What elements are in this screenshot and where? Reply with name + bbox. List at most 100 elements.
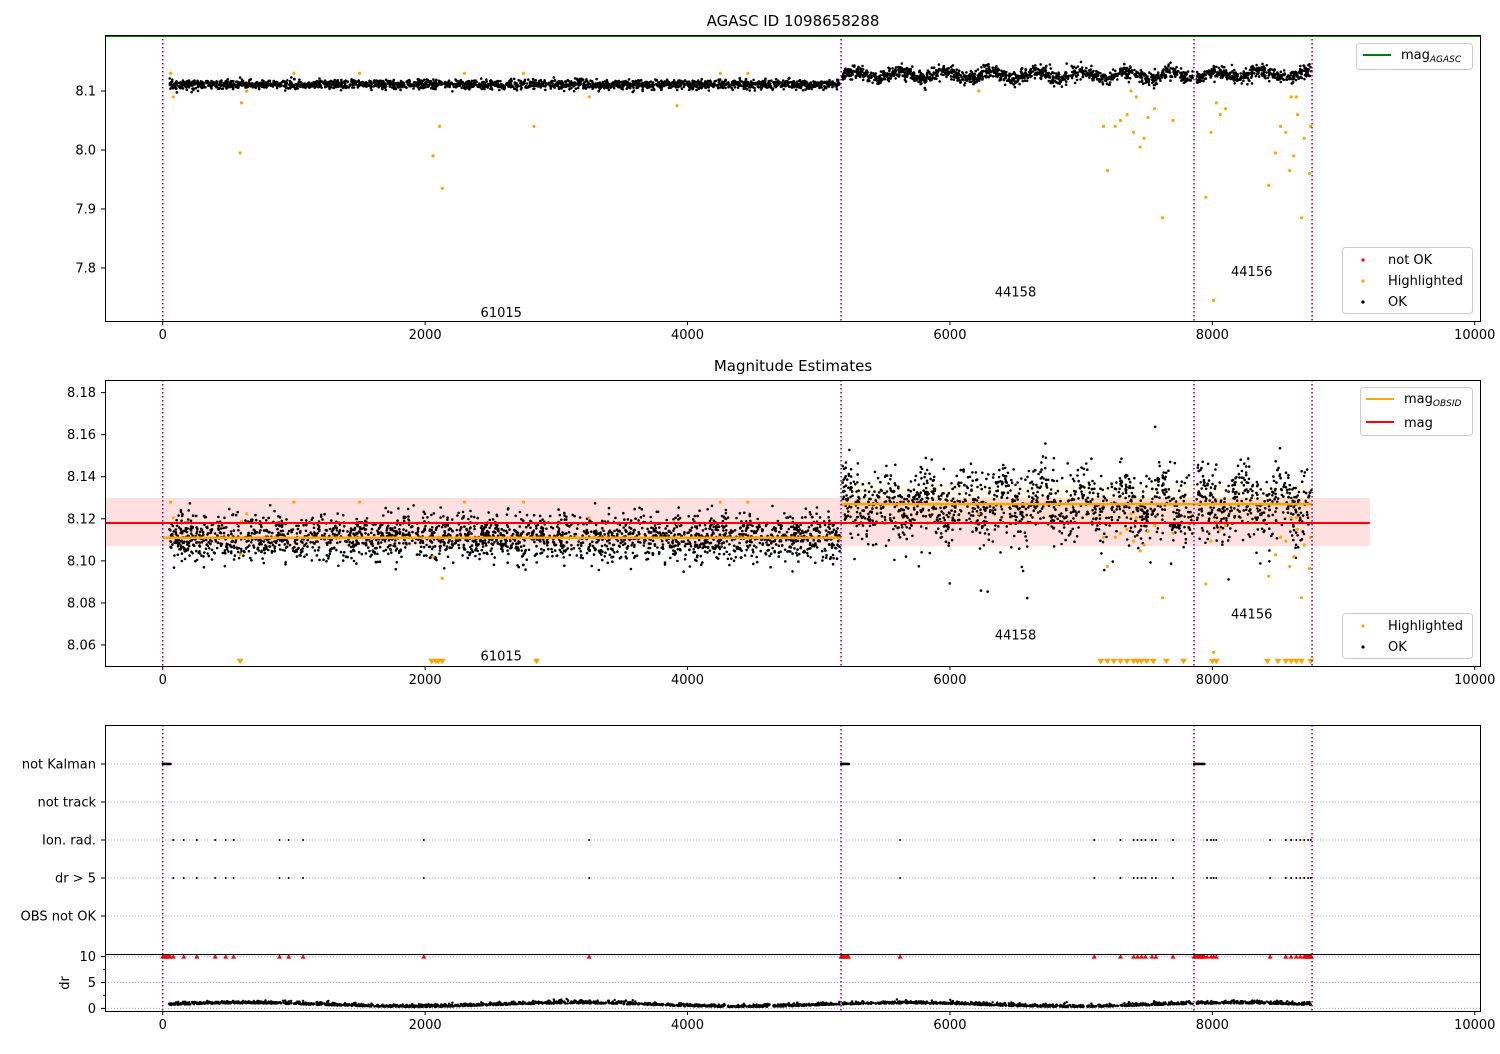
ok-point bbox=[921, 78, 924, 81]
ok-point bbox=[1124, 77, 1127, 80]
y-tick-label: 7.9 bbox=[75, 202, 96, 217]
ok-point bbox=[251, 84, 254, 87]
ok-point bbox=[698, 509, 701, 512]
ok-point bbox=[1082, 70, 1085, 73]
ok-point bbox=[731, 539, 734, 542]
ok-point bbox=[796, 80, 799, 83]
ok-point bbox=[1066, 75, 1069, 78]
ok-point bbox=[972, 83, 975, 86]
ok-point bbox=[452, 83, 455, 86]
ok-point bbox=[613, 544, 616, 547]
ok-point bbox=[308, 85, 311, 88]
ok-point bbox=[724, 87, 727, 90]
x-tick-label: 0 bbox=[159, 328, 167, 343]
ok-point bbox=[641, 85, 644, 88]
ok-point bbox=[579, 550, 582, 553]
ok-point bbox=[443, 83, 446, 86]
ok-point bbox=[284, 543, 287, 546]
ok-point bbox=[850, 74, 853, 77]
ok-point bbox=[866, 72, 869, 75]
ok-point bbox=[938, 80, 941, 83]
ok-point bbox=[395, 568, 398, 571]
ok-point bbox=[274, 549, 277, 552]
ok-point bbox=[526, 533, 529, 536]
ok-point bbox=[1039, 77, 1042, 80]
ok-point bbox=[882, 70, 885, 73]
ok-point bbox=[648, 552, 651, 555]
ok-point bbox=[1127, 76, 1130, 79]
ok-point bbox=[1250, 71, 1253, 74]
ok-point bbox=[1162, 68, 1165, 71]
ok-point bbox=[956, 76, 959, 79]
ok-point bbox=[599, 84, 602, 87]
ok-point bbox=[741, 80, 744, 83]
ok-point bbox=[1116, 78, 1119, 81]
ok-point bbox=[698, 87, 701, 90]
ok-point bbox=[1065, 80, 1068, 83]
ok-point bbox=[1023, 77, 1026, 80]
ok-point bbox=[740, 84, 743, 87]
ok-point bbox=[694, 541, 697, 544]
ok-point bbox=[750, 530, 753, 533]
ok-point bbox=[1264, 74, 1267, 77]
ok-point bbox=[583, 83, 586, 86]
ok-point bbox=[262, 84, 265, 87]
ok-point bbox=[1029, 72, 1032, 75]
ok-point bbox=[638, 507, 641, 510]
ok-point bbox=[429, 80, 432, 83]
ok-point bbox=[593, 553, 596, 556]
ok-point bbox=[352, 548, 355, 551]
ok-point bbox=[1106, 82, 1109, 85]
ok-point bbox=[608, 507, 611, 510]
ok-point bbox=[901, 75, 904, 78]
ok-point bbox=[604, 533, 607, 536]
highlighted-point bbox=[1209, 131, 1212, 134]
ok-point bbox=[222, 84, 225, 87]
ok-point bbox=[275, 81, 278, 84]
ok-point bbox=[1154, 68, 1157, 71]
ok-point bbox=[429, 83, 432, 86]
ok-point bbox=[676, 82, 679, 85]
ok-point bbox=[728, 83, 731, 86]
ok-point bbox=[464, 82, 467, 85]
ok-point bbox=[1085, 67, 1088, 70]
highlighted-point bbox=[1289, 95, 1292, 98]
ok-point bbox=[738, 542, 741, 545]
ok-point bbox=[544, 85, 547, 88]
ok-point bbox=[1058, 81, 1061, 84]
ok-point bbox=[500, 83, 503, 86]
ok-point bbox=[991, 66, 994, 69]
ok-point bbox=[208, 82, 211, 85]
ok-point bbox=[737, 84, 740, 87]
ok-point bbox=[550, 526, 553, 529]
highlighted-point bbox=[1295, 95, 1298, 98]
ok-point bbox=[1102, 83, 1105, 86]
ok-point bbox=[1214, 70, 1217, 73]
ok-point bbox=[1112, 75, 1115, 78]
ok-point bbox=[1268, 80, 1271, 83]
ok-point bbox=[407, 515, 410, 518]
ok-point bbox=[1299, 65, 1302, 68]
ok-point bbox=[938, 69, 941, 72]
ok-point bbox=[458, 547, 461, 550]
ok-point bbox=[333, 87, 336, 90]
ok-point bbox=[929, 76, 932, 79]
ok-point bbox=[516, 84, 519, 87]
ok-point bbox=[336, 529, 339, 532]
highlighted-point bbox=[1224, 107, 1227, 110]
ok-point bbox=[1161, 76, 1164, 79]
ok-point bbox=[855, 75, 858, 78]
ok-point bbox=[421, 83, 424, 86]
ok-point bbox=[396, 561, 399, 564]
ok-point bbox=[1202, 80, 1205, 83]
ok-point bbox=[335, 549, 338, 552]
ok-point bbox=[296, 532, 299, 535]
ok-point bbox=[782, 88, 785, 91]
ok-point bbox=[551, 80, 554, 83]
ok-point bbox=[1147, 80, 1150, 83]
ok-point bbox=[490, 79, 493, 82]
ok-point bbox=[631, 80, 634, 83]
ok-point bbox=[327, 557, 330, 560]
ok-point bbox=[423, 79, 426, 82]
highlighted-point bbox=[292, 72, 295, 75]
